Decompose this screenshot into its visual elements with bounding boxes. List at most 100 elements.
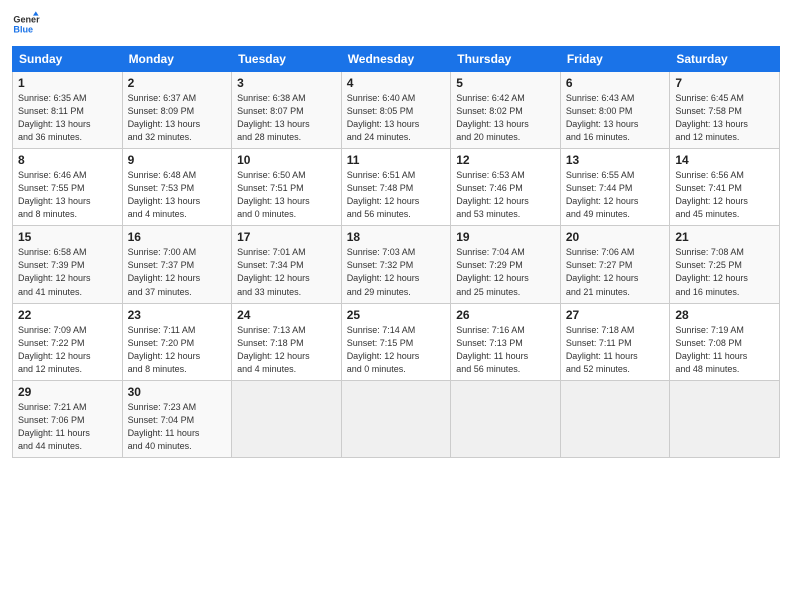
day-number: 27: [566, 308, 665, 322]
day-number: 16: [128, 230, 227, 244]
day-number: 20: [566, 230, 665, 244]
day-info: Sunrise: 6:50 AM Sunset: 7:51 PM Dayligh…: [237, 169, 336, 221]
day-info: Sunrise: 6:37 AM Sunset: 8:09 PM Dayligh…: [128, 92, 227, 144]
calendar-cell: 10 Sunrise: 6:50 AM Sunset: 7:51 PM Dayli…: [232, 149, 342, 226]
day-number: 3: [237, 76, 336, 90]
col-header-friday: Friday: [560, 47, 670, 72]
day-info: Sunrise: 7:11 AM Sunset: 7:20 PM Dayligh…: [128, 324, 227, 376]
svg-text:General: General: [13, 15, 40, 25]
day-number: 4: [347, 76, 446, 90]
col-header-wednesday: Wednesday: [341, 47, 451, 72]
day-info: Sunrise: 7:09 AM Sunset: 7:22 PM Dayligh…: [18, 324, 117, 376]
calendar-cell: 26 Sunrise: 7:16 AM Sunset: 7:13 PM Dayli…: [451, 303, 561, 380]
day-info: Sunrise: 6:46 AM Sunset: 7:55 PM Dayligh…: [18, 169, 117, 221]
day-number: 13: [566, 153, 665, 167]
calendar-cell: 17 Sunrise: 7:01 AM Sunset: 7:34 PM Dayli…: [232, 226, 342, 303]
day-info: Sunrise: 7:01 AM Sunset: 7:34 PM Dayligh…: [237, 246, 336, 298]
calendar-cell: 9Sunrise: 6:48 AM Sunset: 7:53 PM Daylig…: [122, 149, 232, 226]
day-info: Sunrise: 7:23 AM Sunset: 7:04 PM Dayligh…: [128, 401, 227, 453]
day-number: 5: [456, 76, 555, 90]
day-number: 10: [237, 153, 336, 167]
calendar-cell: 2Sunrise: 6:37 AM Sunset: 8:09 PM Daylig…: [122, 72, 232, 149]
calendar-cell: 14 Sunrise: 6:56 AM Sunset: 7:41 PM Dayli…: [670, 149, 780, 226]
day-number: 25: [347, 308, 446, 322]
day-info: Sunrise: 7:06 AM Sunset: 7:27 PM Dayligh…: [566, 246, 665, 298]
day-number: 11: [347, 153, 446, 167]
calendar-cell: 16 Sunrise: 7:00 AM Sunset: 7:37 PM Dayli…: [122, 226, 232, 303]
day-info: Sunrise: 7:03 AM Sunset: 7:32 PM Dayligh…: [347, 246, 446, 298]
calendar-cell: 27 Sunrise: 7:18 AM Sunset: 7:11 PM Dayli…: [560, 303, 670, 380]
day-number: 30: [128, 385, 227, 399]
day-info: Sunrise: 6:43 AM Sunset: 8:00 PM Dayligh…: [566, 92, 665, 144]
calendar-week-4: 29Sunrise: 7:21 AM Sunset: 7:06 PM Dayli…: [13, 380, 780, 457]
calendar-cell: 20 Sunrise: 7:06 AM Sunset: 7:27 PM Dayli…: [560, 226, 670, 303]
day-info: Sunrise: 7:00 AM Sunset: 7:37 PM Dayligh…: [128, 246, 227, 298]
day-number: 18: [347, 230, 446, 244]
calendar-cell: 23 Sunrise: 7:11 AM Sunset: 7:20 PM Dayli…: [122, 303, 232, 380]
calendar-cell: [451, 380, 561, 457]
day-info: Sunrise: 6:38 AM Sunset: 8:07 PM Dayligh…: [237, 92, 336, 144]
logo: General Blue: [12, 10, 40, 38]
day-number: 12: [456, 153, 555, 167]
calendar-cell: [670, 380, 780, 457]
day-info: Sunrise: 6:55 AM Sunset: 7:44 PM Dayligh…: [566, 169, 665, 221]
calendar-cell: 11 Sunrise: 6:51 AM Sunset: 7:48 PM Dayli…: [341, 149, 451, 226]
calendar-cell: [560, 380, 670, 457]
calendar-week-1: 8 Sunrise: 6:46 AM Sunset: 7:55 PM Daylig…: [13, 149, 780, 226]
page-container: General Blue SundayMondayTuesdayWednesda…: [0, 0, 792, 468]
calendar-cell: 25Sunrise: 7:14 AM Sunset: 7:15 PM Dayli…: [341, 303, 451, 380]
calendar-week-3: 22 Sunrise: 7:09 AM Sunset: 7:22 PM Dayli…: [13, 303, 780, 380]
day-number: 19: [456, 230, 555, 244]
calendar-cell: 24 Sunrise: 7:13 AM Sunset: 7:18 PM Dayli…: [232, 303, 342, 380]
day-number: 29: [18, 385, 117, 399]
calendar-cell: 29Sunrise: 7:21 AM Sunset: 7:06 PM Dayli…: [13, 380, 123, 457]
col-header-tuesday: Tuesday: [232, 47, 342, 72]
calendar-cell: 4 Sunrise: 6:40 AM Sunset: 8:05 PM Daylig…: [341, 72, 451, 149]
calendar-cell: 1 Sunrise: 6:35 AM Sunset: 8:11 PM Daylig…: [13, 72, 123, 149]
day-info: Sunrise: 7:08 AM Sunset: 7:25 PM Dayligh…: [675, 246, 774, 298]
day-info: Sunrise: 7:13 AM Sunset: 7:18 PM Dayligh…: [237, 324, 336, 376]
day-number: 26: [456, 308, 555, 322]
calendar-cell: 7 Sunrise: 6:45 AM Sunset: 7:58 PM Daylig…: [670, 72, 780, 149]
day-number: 14: [675, 153, 774, 167]
logo-icon: General Blue: [12, 10, 40, 38]
day-info: Sunrise: 6:35 AM Sunset: 8:11 PM Dayligh…: [18, 92, 117, 144]
calendar-cell: 12 Sunrise: 6:53 AM Sunset: 7:46 PM Dayli…: [451, 149, 561, 226]
calendar-cell: 15Sunrise: 6:58 AM Sunset: 7:39 PM Dayli…: [13, 226, 123, 303]
day-info: Sunrise: 7:16 AM Sunset: 7:13 PM Dayligh…: [456, 324, 555, 376]
calendar-cell: 8 Sunrise: 6:46 AM Sunset: 7:55 PM Daylig…: [13, 149, 123, 226]
col-header-monday: Monday: [122, 47, 232, 72]
day-number: 22: [18, 308, 117, 322]
calendar-cell: 21 Sunrise: 7:08 AM Sunset: 7:25 PM Dayli…: [670, 226, 780, 303]
calendar-cell: 28 Sunrise: 7:19 AM Sunset: 7:08 PM Dayli…: [670, 303, 780, 380]
day-number: 24: [237, 308, 336, 322]
calendar-week-0: 1 Sunrise: 6:35 AM Sunset: 8:11 PM Daylig…: [13, 72, 780, 149]
calendar-table: SundayMondayTuesdayWednesdayThursdayFrid…: [12, 46, 780, 458]
day-info: Sunrise: 6:42 AM Sunset: 8:02 PM Dayligh…: [456, 92, 555, 144]
day-info: Sunrise: 6:53 AM Sunset: 7:46 PM Dayligh…: [456, 169, 555, 221]
day-number: 28: [675, 308, 774, 322]
day-info: Sunrise: 7:18 AM Sunset: 7:11 PM Dayligh…: [566, 324, 665, 376]
day-info: Sunrise: 6:56 AM Sunset: 7:41 PM Dayligh…: [675, 169, 774, 221]
day-info: Sunrise: 7:19 AM Sunset: 7:08 PM Dayligh…: [675, 324, 774, 376]
calendar-cell: 30 Sunrise: 7:23 AM Sunset: 7:04 PM Dayli…: [122, 380, 232, 457]
day-info: Sunrise: 6:40 AM Sunset: 8:05 PM Dayligh…: [347, 92, 446, 144]
day-number: 15: [18, 230, 117, 244]
calendar-cell: 5 Sunrise: 6:42 AM Sunset: 8:02 PM Daylig…: [451, 72, 561, 149]
page-header: General Blue: [12, 10, 780, 38]
day-number: 8: [18, 153, 117, 167]
day-number: 21: [675, 230, 774, 244]
day-info: Sunrise: 6:51 AM Sunset: 7:48 PM Dayligh…: [347, 169, 446, 221]
calendar-week-2: 15Sunrise: 6:58 AM Sunset: 7:39 PM Dayli…: [13, 226, 780, 303]
day-number: 17: [237, 230, 336, 244]
day-number: 1: [18, 76, 117, 90]
col-header-saturday: Saturday: [670, 47, 780, 72]
day-info: Sunrise: 6:48 AM Sunset: 7:53 PM Dayligh…: [128, 169, 227, 221]
day-info: Sunrise: 7:04 AM Sunset: 7:29 PM Dayligh…: [456, 246, 555, 298]
calendar-body: 1 Sunrise: 6:35 AM Sunset: 8:11 PM Daylig…: [13, 72, 780, 458]
day-info: Sunrise: 6:45 AM Sunset: 7:58 PM Dayligh…: [675, 92, 774, 144]
day-number: 23: [128, 308, 227, 322]
day-number: 7: [675, 76, 774, 90]
calendar-header-row: SundayMondayTuesdayWednesdayThursdayFrid…: [13, 47, 780, 72]
calendar-cell: [341, 380, 451, 457]
